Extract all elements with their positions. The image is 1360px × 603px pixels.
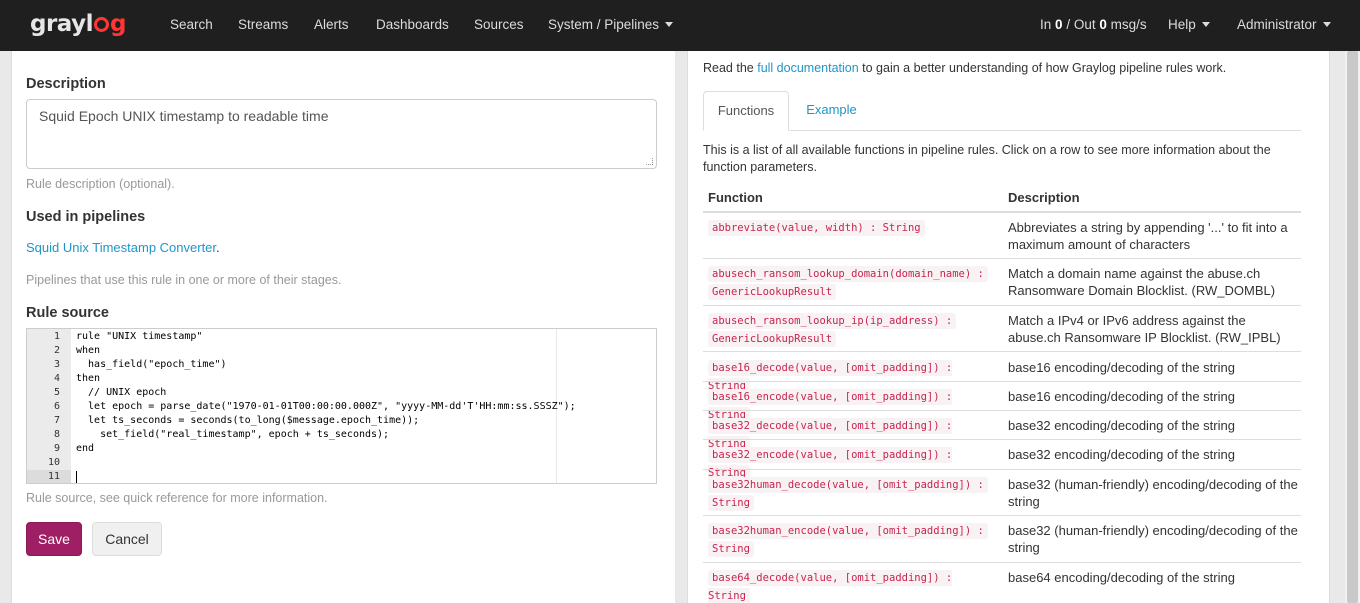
- function-signature[interactable]: base32human_encode(value, [omit_padding]…: [708, 522, 1000, 558]
- graylog-logo[interactable]: grayl g: [30, 11, 126, 37]
- function-description[interactable]: base32 encoding/decoding of the string: [1008, 417, 1298, 434]
- nav-search[interactable]: Search: [170, 17, 213, 32]
- top-navbar: grayl g Search Streams Alerts Dashboards …: [0, 0, 1360, 51]
- cancel-button[interactable]: Cancel: [92, 522, 162, 556]
- function-signature[interactable]: base32human_decode(value, [omit_padding]…: [708, 476, 1000, 512]
- function-description[interactable]: base16 encoding/decoding of the string: [1008, 359, 1298, 376]
- function-signature[interactable]: abusech_ransom_lookup_ip(ip_address) : Ge…: [708, 312, 1000, 348]
- code-line: has_field("epoch_time"): [76, 359, 227, 370]
- row-divider: [703, 562, 1301, 563]
- function-list-intro-line1: This is a list of all available function…: [703, 143, 1271, 157]
- save-button[interactable]: Save: [26, 522, 82, 556]
- rule-source-editor[interactable]: 1 2 3 4 5 6 7 8 9 10 11 rule "UNIX times…: [26, 328, 657, 484]
- row-divider: [703, 439, 1301, 440]
- page-scrollbar-thumb[interactable]: [1347, 51, 1358, 603]
- code-line: when: [76, 345, 101, 356]
- chevron-down-icon: [1322, 22, 1331, 27]
- chevron-down-icon: [1201, 22, 1210, 27]
- function-description[interactable]: base16 encoding/decoding of the string: [1008, 388, 1298, 405]
- pipeline-list: Squid Unix Timestamp Converter.: [26, 240, 220, 255]
- function-signature[interactable]: abusech_ransom_lookup_domain(domain_name…: [708, 265, 1000, 301]
- line-number: 9: [53, 443, 60, 454]
- row-divider: [703, 351, 1301, 352]
- table-header-rule: [703, 211, 1301, 213]
- nav-system-label: System / Pipelines: [548, 17, 660, 32]
- description-label: Description: [26, 76, 106, 92]
- line-number: 1: [53, 331, 60, 342]
- line-number: 5: [53, 387, 60, 398]
- code-line: let epoch = parse_date("1970-01-01T00:00…: [76, 401, 576, 412]
- throughput-indicator: In 0 / Out 0 msg/s: [1040, 17, 1147, 32]
- function-description[interactable]: base64 encoding/decoding of the string: [1008, 569, 1298, 586]
- line-number: 10: [47, 457, 60, 468]
- code-line: set_field("real_timestamp", epoch + ts_s…: [76, 429, 390, 440]
- nav-system-dropdown[interactable]: System / Pipelines: [548, 17, 674, 32]
- row-divider: [703, 381, 1301, 382]
- rule-source-label: Rule source: [26, 305, 109, 321]
- column-header-function: Function: [708, 190, 763, 205]
- function-description[interactable]: Abbreviates a string by appending '...' …: [1008, 219, 1298, 253]
- nav-alerts[interactable]: Alerts: [314, 17, 349, 32]
- description-help: Rule description (optional).: [26, 177, 175, 191]
- line-number: 6: [53, 401, 60, 412]
- resize-handle-icon[interactable]: [646, 158, 653, 165]
- nav-help-label: Help: [1168, 17, 1196, 32]
- nav-dashboards[interactable]: Dashboards: [376, 17, 449, 32]
- nav-user-dropdown[interactable]: Administrator: [1237, 17, 1331, 32]
- row-divider: [703, 469, 1301, 470]
- row-divider: [703, 258, 1301, 259]
- nav-user-label: Administrator: [1237, 17, 1317, 32]
- pipelines-help: Pipelines that use this rule in one or m…: [26, 273, 342, 287]
- line-number: 11: [47, 471, 60, 482]
- row-divider: [703, 410, 1301, 411]
- function-description[interactable]: base32 encoding/decoding of the string: [1008, 446, 1298, 463]
- line-number: 7: [53, 415, 60, 426]
- line-number: 2: [53, 345, 60, 356]
- text-cursor: [76, 471, 77, 483]
- line-number: 3: [53, 359, 60, 370]
- function-description[interactable]: base32 (human-friendly) encoding/decodin…: [1008, 522, 1298, 556]
- nav-sources[interactable]: Sources: [474, 17, 524, 32]
- description-value: Squid Epoch UNIX timestamp to readable t…: [39, 108, 329, 124]
- rule-source-help: Rule source, see quick reference for mor…: [26, 491, 328, 505]
- function-signature[interactable]: abbreviate(value, width) : String: [708, 219, 1000, 237]
- code-line: then: [76, 373, 101, 384]
- row-divider: [703, 305, 1301, 306]
- function-signature[interactable]: base64_decode(value, [omit_padding]) : S…: [708, 569, 1000, 603]
- function-description[interactable]: Match a domain name against the abuse.ch…: [1008, 265, 1298, 299]
- nav-streams[interactable]: Streams: [238, 17, 288, 32]
- row-divider: [703, 515, 1301, 516]
- used-in-pipelines-label: Used in pipelines: [26, 209, 146, 225]
- code-line: rule "UNIX timestamp": [76, 331, 203, 342]
- nav-help-dropdown[interactable]: Help: [1168, 17, 1210, 32]
- description-textarea[interactable]: Squid Epoch UNIX timestamp to readable t…: [26, 99, 657, 169]
- tab-functions[interactable]: Functions: [703, 91, 789, 131]
- full-documentation-link[interactable]: full documentation: [757, 61, 858, 75]
- function-list-intro-line2: function parameters.: [703, 160, 817, 174]
- pipeline-link[interactable]: Squid Unix Timestamp Converter: [26, 240, 216, 255]
- line-number: 8: [53, 429, 60, 440]
- tab-example[interactable]: Example: [789, 91, 874, 131]
- code-line: // UNIX epoch: [76, 387, 167, 398]
- line-number: 4: [53, 373, 60, 384]
- code-line: end: [76, 443, 95, 454]
- function-description[interactable]: Match a IPv4 or IPv6 address against the…: [1008, 312, 1298, 346]
- reference-intro: Read the full documentation to gain a be…: [703, 61, 1227, 75]
- chevron-down-icon: [665, 22, 674, 27]
- column-header-description: Description: [1008, 190, 1080, 205]
- function-description[interactable]: base32 (human-friendly) encoding/decodin…: [1008, 476, 1298, 510]
- code-line: let ts_seconds = seconds(to_long($messag…: [76, 415, 420, 426]
